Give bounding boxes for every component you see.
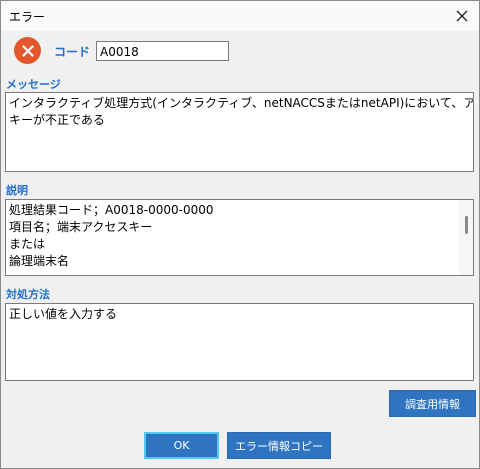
description-line: 論理端末名 — [9, 254, 70, 268]
remedy-line: 正しい値を入力する — [9, 307, 118, 321]
error-dialog: エラー コード A0018 メッセージ インタラクティブ処理方式(インタラクティ… — [0, 0, 480, 469]
error-icon — [14, 37, 41, 64]
description-line: 項目名；端末アクセスキー — [9, 220, 153, 234]
message-label: メッセージ — [6, 78, 61, 91]
description-line: 処理結果コード；A0018-0000-0000 — [9, 203, 214, 217]
remedy-textbox[interactable]: 正しい値を入力する — [5, 303, 474, 381]
message-textbox[interactable]: インタラクティブ処理方式(インタラクティブ、netNACCSまたはnetAPI)… — [5, 92, 474, 172]
message-line: インタラクティブ処理方式(インタラクティブ、netNACCSまたはnetAPI)… — [9, 96, 474, 110]
description-label: 説明 — [6, 184, 28, 197]
window-title: エラー — [9, 10, 46, 24]
ok-button[interactable]: OK — [144, 432, 219, 459]
close-icon — [456, 10, 468, 22]
debug-info-button[interactable]: 調査用情報 — [389, 390, 476, 417]
description-textbox[interactable]: 処理結果コード；A0018-0000-0000 項目名；端末アクセスキー または… — [5, 199, 474, 276]
remedy-label: 対処方法 — [6, 288, 50, 301]
copy-error-button[interactable]: エラー情報コピー — [227, 432, 331, 459]
message-line: キーが不正である — [9, 113, 105, 127]
description-line: または — [9, 237, 46, 251]
scrollbar-thumb[interactable] — [465, 216, 468, 234]
title-bar: エラー — [1, 1, 479, 31]
close-button[interactable] — [449, 3, 475, 29]
code-label: コード — [54, 45, 91, 59]
description-scrollbar[interactable] — [459, 200, 473, 275]
code-field[interactable]: A0018 — [96, 41, 229, 61]
